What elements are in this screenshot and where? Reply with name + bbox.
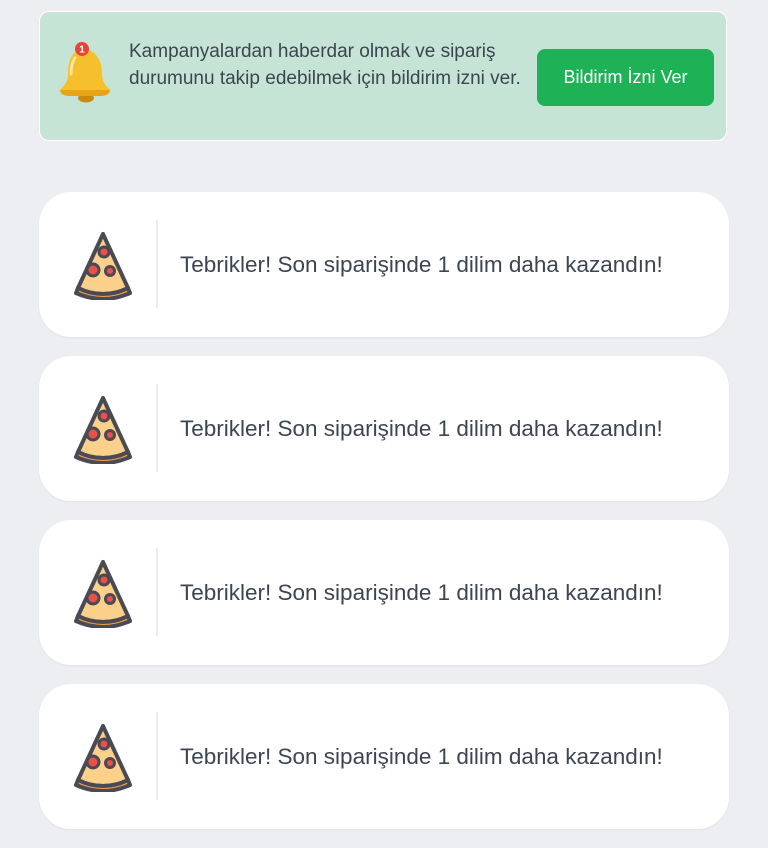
allow-notifications-button[interactable]: Bildirim İzni Ver [537,49,714,106]
notification-list: Tebrikler! Son siparişinde 1 dilim daha … [39,192,729,848]
notification-text: Tebrikler! Son siparişinde 1 dilim daha … [180,744,663,769]
bell-icon: 1 [60,42,110,103]
svg-text:1: 1 [79,45,85,56]
notification-card[interactable]: Tebrikler! Son siparişinde 1 dilim daha … [39,192,729,337]
pizza-slice-icon [74,232,132,300]
pizza-slice-icon [74,724,132,792]
card-divider [156,712,158,800]
notification-text: Tebrikler! Son siparişinde 1 dilim daha … [180,252,663,277]
notification-text: Tebrikler! Son siparişinde 1 dilim daha … [180,416,663,441]
notification-card[interactable]: Tebrikler! Son siparişinde 1 dilim daha … [39,684,729,829]
card-divider [156,220,158,308]
pizza-slice-icon [74,396,132,464]
notification-card[interactable]: Tebrikler! Son siparişinde 1 dilim daha … [39,520,729,665]
card-divider [156,548,158,636]
notification-card[interactable]: Tebrikler! Son siparişinde 1 dilim daha … [39,356,729,501]
notification-permission-banner: 1 Kampanyalardan haberdar olmak ve sipar… [39,11,727,141]
permission-message: Kampanyalardan haberdar olmak ve sipariş… [129,41,521,89]
notification-text: Tebrikler! Son siparişinde 1 dilim daha … [180,580,663,605]
card-divider [156,384,158,472]
pizza-slice-icon [74,560,132,628]
